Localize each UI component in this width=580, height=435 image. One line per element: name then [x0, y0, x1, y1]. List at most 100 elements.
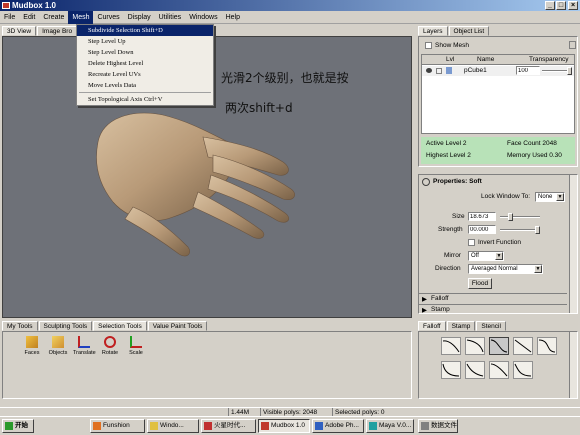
menu-item-subdivide-selection[interactable]: Subdivide Selection Shift+D — [77, 25, 213, 36]
tray-icon — [421, 422, 429, 430]
menu-item-recreate-level-uvs[interactable]: Recreate Level UVs — [77, 69, 213, 80]
tab-value-paint-tools[interactable]: Value Paint Tools — [147, 321, 208, 331]
menu-item-delete-highest-level[interactable]: Delete Highest Level — [77, 58, 213, 69]
menu-item-set-topological-axis[interactable]: Set Topological Axis Ctrl+V — [77, 94, 213, 105]
lock-icon[interactable] — [436, 68, 442, 74]
brush-icon — [422, 178, 430, 186]
layers-panel: Show Mesh Lvl Name Transparency pCube1 A… — [418, 36, 578, 167]
tool-rotate[interactable]: Rotate — [99, 336, 121, 356]
curve-icon — [490, 363, 508, 377]
active-level: Active Level 2 — [426, 140, 467, 147]
properties-panel: Properties: Soft Lock Window To: None ▼ S… — [418, 174, 578, 314]
start-button[interactable]: 开始 — [2, 419, 34, 433]
strength-label: Strength — [438, 226, 463, 233]
layers-menu-button[interactable] — [569, 41, 576, 49]
taskbar-item-maya[interactable]: Maya V.0... — [366, 419, 414, 433]
falloff-curve-8[interactable] — [489, 361, 509, 379]
maximize-button[interactable]: □ — [556, 1, 566, 10]
menu-windows[interactable]: Windows — [185, 11, 221, 24]
menu-item-step-level-down[interactable]: Step Level Down — [77, 47, 213, 58]
invert-function-checkbox[interactable] — [468, 239, 475, 246]
tab-object-list[interactable]: Object List — [448, 26, 490, 36]
tool-scale[interactable]: Scale — [125, 336, 147, 356]
falloff-scrollbar[interactable] — [569, 332, 577, 398]
taskbar-item-funshion[interactable]: Funshion — [90, 419, 145, 433]
properties-scrollbar[interactable] — [569, 175, 577, 313]
menu-item-move-levels-data[interactable]: Move Levels Data — [77, 80, 213, 91]
tab-stamp[interactable]: Stamp — [446, 321, 476, 331]
curve-icon — [514, 339, 532, 353]
falloff-section[interactable]: ▶ Falloff — [419, 293, 567, 303]
transparency-slider[interactable] — [542, 67, 572, 75]
strength-slider[interactable] — [500, 226, 540, 234]
chevron-down-icon: ▼ — [556, 193, 564, 201]
taskbar-item-photoshop[interactable]: Adobe Ph... — [312, 419, 364, 433]
properties-title: Properties: Soft — [433, 178, 482, 185]
tab-my-tools[interactable]: My Tools — [2, 321, 38, 331]
falloff-curve-7[interactable] — [465, 361, 485, 379]
tab-stencil[interactable]: Stencil — [476, 321, 506, 331]
tab-3d-view[interactable]: 3D View — [2, 26, 37, 36]
layer-transparency-input[interactable] — [516, 66, 540, 75]
menu-mesh[interactable]: Mesh — [68, 11, 94, 24]
close-button[interactable]: × — [568, 1, 578, 10]
tool-label: Translate — [73, 350, 96, 356]
tab-sculpting-tools[interactable]: Sculpting Tools — [38, 321, 93, 331]
show-mesh-checkbox[interactable] — [425, 42, 432, 49]
strength-slider-thumb[interactable] — [535, 226, 540, 234]
tray-label: 数据文件 — [431, 422, 457, 429]
mesh-menu: Subdivide Selection Shift+D Step Level U… — [76, 24, 214, 106]
layers-tabs: Layers Object List — [418, 26, 490, 36]
size-slider-thumb[interactable] — [508, 213, 513, 221]
menu-edit[interactable]: Edit — [19, 11, 39, 24]
menu-help[interactable]: Help — [222, 11, 244, 24]
menu-file[interactable]: File — [0, 11, 19, 24]
menu-item-step-level-up[interactable]: Step Level Up — [77, 36, 213, 47]
tab-selection-tools[interactable]: Selection Tools — [93, 321, 147, 331]
layer-row[interactable]: pCube1 — [422, 66, 574, 76]
tab-layers[interactable]: Layers — [418, 26, 448, 36]
falloff-curve-9[interactable] — [513, 361, 533, 379]
tool-objects[interactable]: Objects — [47, 336, 69, 356]
tab-falloff[interactable]: Falloff — [418, 321, 446, 331]
lock-window-dropdown[interactable]: None ▼ — [535, 192, 565, 202]
tab-image-browser[interactable]: Image Bro — [37, 26, 78, 36]
taskbar-item-mudbox[interactable]: Mudbox 1.0 — [258, 419, 310, 433]
stamp-section[interactable]: ▶ Stamp — [419, 304, 567, 314]
falloff-curve-5[interactable] — [537, 337, 557, 355]
falloff-curve-3[interactable] — [489, 337, 509, 355]
size-input[interactable] — [468, 212, 496, 221]
stamp-section-label: Stamp — [431, 306, 450, 313]
menu-utilities[interactable]: Utilities — [155, 11, 186, 24]
memory-used: Memory Used 0.30 — [507, 152, 562, 159]
minimize-button[interactable]: _ — [545, 1, 555, 10]
falloff-section-label: Falloff — [431, 295, 449, 302]
slider-thumb[interactable] — [567, 67, 572, 75]
menu-create[interactable]: Create — [39, 11, 68, 24]
system-tray[interactable]: 数据文件 — [418, 419, 458, 433]
layer-name: pCube1 — [464, 67, 487, 74]
curve-icon — [442, 363, 460, 377]
menu-display[interactable]: Display — [124, 11, 155, 24]
level-icon — [446, 67, 452, 74]
menu-curves[interactable]: Curves — [93, 11, 123, 24]
direction-dropdown[interactable]: Averaged Normal ▼ — [468, 264, 543, 274]
strength-input[interactable] — [468, 225, 496, 234]
taskbar-item-hxsd[interactable]: 火星时代... — [201, 419, 256, 433]
tool-translate[interactable]: Translate — [73, 336, 96, 356]
taskbar-item-windows[interactable]: Windo... — [147, 419, 199, 433]
falloff-curve-6[interactable] — [441, 361, 461, 379]
highest-level: Highest Level 2 — [426, 152, 471, 159]
eye-icon[interactable] — [426, 68, 432, 73]
falloff-curve-4[interactable] — [513, 337, 533, 355]
flood-button[interactable]: Flood — [468, 278, 492, 289]
chevron-down-icon: ▼ — [534, 265, 542, 273]
falloff-curve-2[interactable] — [465, 337, 485, 355]
size-slider[interactable] — [500, 213, 540, 221]
tool-faces[interactable]: Faces — [21, 336, 43, 356]
expand-icon: ▶ — [422, 296, 427, 303]
title-bar: Mudbox 1.0 _ □ × — [0, 0, 580, 11]
falloff-curve-1[interactable] — [441, 337, 461, 355]
mirror-dropdown[interactable]: Off ▼ — [468, 251, 504, 261]
invert-function-label: Invert Function — [478, 239, 521, 246]
